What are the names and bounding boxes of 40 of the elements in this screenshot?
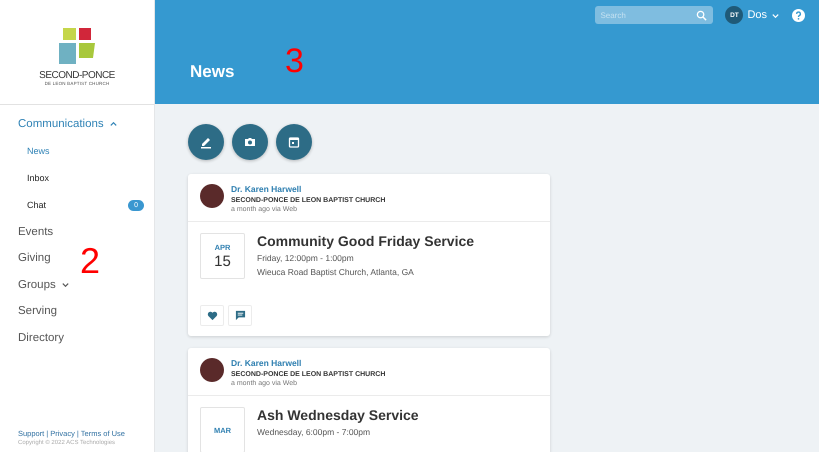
subitem-label: Inbox [27, 173, 50, 183]
reaction-button[interactable] [200, 305, 224, 326]
search-icon [696, 10, 708, 20]
event-location: Wieuca Road Baptist Church, Atlanta, GA [257, 267, 415, 277]
heart-icon [206, 310, 218, 321]
annotation-number: 3 [285, 42, 304, 81]
event-title[interactable]: Ash Wednesday Service [257, 407, 419, 423]
logo-name: SECOND-PONCE [39, 70, 115, 81]
author-name[interactable]: Dr. Karen Harwell [231, 358, 386, 368]
sidebar-subitem[interactable]: News [0, 138, 154, 164]
sidebar-item[interactable]: Giving [0, 245, 55, 272]
pencil-icon [199, 135, 213, 149]
page-title: News [190, 62, 236, 82]
reaction-button[interactable] [228, 305, 252, 326]
action-button[interactable] [276, 124, 312, 160]
author-name[interactable]: Dr. Karen Harwell [231, 184, 386, 194]
action-button[interactable] [232, 124, 268, 160]
chevron-icon [108, 120, 118, 129]
event-time: Wednesday, 6:00pm - 7:00pm [257, 427, 372, 437]
comment-icon [234, 310, 246, 321]
calendar-icon [287, 135, 301, 149]
event-time: Friday, 12:00pm - 1:00pm [257, 253, 355, 263]
sidebar-item[interactable]: Events [0, 218, 58, 245]
subitem-label: News [27, 146, 51, 156]
event-title[interactable]: Community Good Friday Service [257, 233, 474, 249]
annotation-number: 2 [80, 240, 100, 282]
sidebar-item[interactable]: Groups [0, 272, 74, 298]
sidebar-item[interactable]: Serving [0, 298, 61, 324]
avatar-placeholder [200, 184, 224, 208]
sidebar-item[interactable]: Directory [0, 324, 68, 351]
subitem-label: Chat [27, 200, 48, 210]
sidebar-item[interactable]: Communications [0, 111, 122, 138]
search-field[interactable]: Search [595, 6, 714, 24]
help-icon[interactable] [792, 8, 805, 22]
camera-icon [243, 135, 257, 149]
avatar-placeholder [200, 358, 224, 382]
chevron-icon [60, 280, 70, 290]
date-day: 15 [214, 252, 231, 270]
action-button[interactable] [188, 124, 224, 160]
sidebar-subitem[interactable]: Inbox [0, 164, 154, 192]
